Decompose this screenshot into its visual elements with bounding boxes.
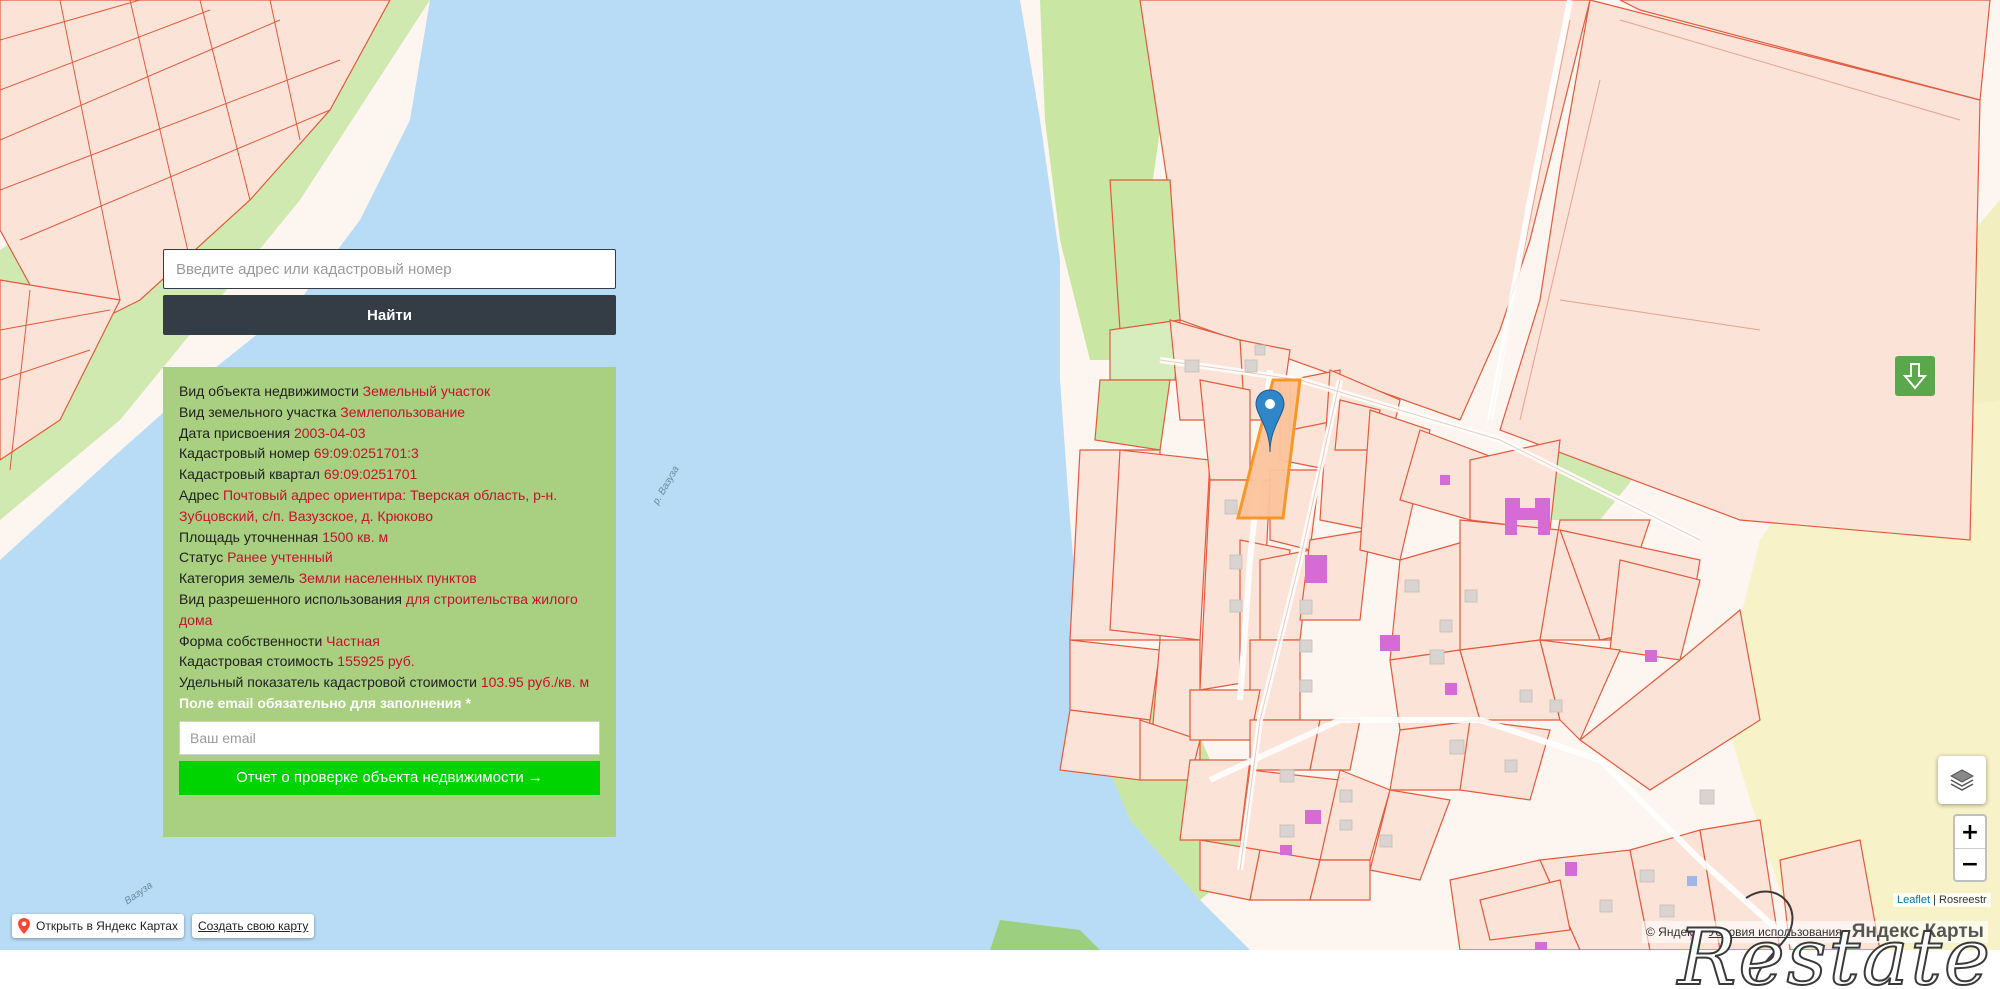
map-view[interactable]: р. Вазуза Вазуза Найти Вид объекта недви… bbox=[0, 0, 2000, 950]
info-row-label: Статус bbox=[179, 549, 224, 566]
layers-icon bbox=[1949, 769, 1975, 791]
info-row-label: Вид разрешенного использования bbox=[179, 590, 402, 607]
search-panel: Найти bbox=[163, 249, 616, 335]
info-row: Категория земель Земли населенных пункто… bbox=[179, 568, 600, 589]
email-field[interactable] bbox=[179, 720, 600, 755]
arrow-down-icon bbox=[1903, 363, 1927, 390]
info-row-value: 69:09:0251701 bbox=[323, 466, 418, 483]
open-in-yandex-button[interactable]: Открыть в Яндекс Картах bbox=[12, 914, 184, 938]
info-row-value: 103.95 руб./кв. м bbox=[480, 674, 590, 691]
email-required-label: Поле email обязательно для заполнения * bbox=[179, 694, 471, 711]
info-row-value: Земли населенных пунктов bbox=[298, 570, 477, 587]
info-row: Форма собственности Частная bbox=[179, 631, 600, 652]
info-row: Вид земельного участка Землепользование bbox=[179, 402, 600, 423]
info-row-label: Дата присвоения bbox=[179, 424, 291, 441]
info-row: Кадастровый номер 69:09:0251701:3 bbox=[179, 443, 600, 464]
info-row-label: Адрес bbox=[179, 486, 220, 503]
yandex-controls: Открыть в Яндекс Картах Создать свою кар… bbox=[12, 914, 315, 938]
info-row: Дата присвоения 2003-04-03 bbox=[179, 423, 600, 444]
info-row-label: Форма собственности bbox=[179, 632, 323, 649]
info-row: Статус Ранее учтенный bbox=[179, 547, 600, 568]
scroll-down-button[interactable] bbox=[1895, 356, 1935, 396]
info-row-value: 155925 руб. bbox=[337, 653, 415, 670]
info-row-label: Кадастровый номер bbox=[179, 445, 310, 462]
info-row-label: Вид объекта недвижимости bbox=[179, 383, 359, 399]
info-row: Кадастровая стоимость 155925 руб. bbox=[179, 651, 600, 672]
zoom-control: + − bbox=[1953, 814, 1987, 882]
info-row-value: Частная bbox=[326, 632, 380, 649]
info-row-value: Земельный участок bbox=[362, 383, 491, 399]
create-map-link[interactable]: Создать свою карту bbox=[191, 914, 315, 938]
info-rows: Вид объекта недвижимости Земельный участ… bbox=[179, 381, 600, 693]
info-row-label: Кадастровая стоимость bbox=[179, 653, 334, 670]
info-row: Удельный показатель кадастровой стоимост… bbox=[179, 672, 600, 693]
zoom-out-button[interactable]: − bbox=[1955, 848, 1985, 880]
search-input[interactable] bbox=[163, 249, 616, 289]
open-in-yandex-label: Открыть в Яндекс Картах bbox=[36, 919, 178, 933]
info-row-value: 2003-04-03 bbox=[293, 424, 366, 441]
info-row-value: Землепользование bbox=[340, 403, 466, 420]
info-row-value: 69:09:0251701:3 bbox=[313, 445, 419, 462]
info-row: Адрес Почтовый адрес ориентира: Тверская… bbox=[179, 485, 600, 527]
info-row: Кадастровый квартал 69:09:0251701 bbox=[179, 464, 600, 485]
info-row-label: Вид земельного участка bbox=[179, 403, 337, 420]
info-row: Вид объекта недвижимости Земельный участ… bbox=[179, 381, 600, 402]
info-row: Вид разрешенного использования для строи… bbox=[179, 589, 600, 631]
info-row-label: Площадь уточненная bbox=[179, 528, 319, 545]
info-row-label: Удельный показатель кадастровой стоимост… bbox=[179, 674, 477, 691]
info-row-label: Категория земель bbox=[179, 570, 295, 587]
search-button[interactable]: Найти bbox=[163, 295, 616, 335]
report-button[interactable]: Отчет о проверке объекта недвижимости → bbox=[179, 760, 600, 795]
info-row-value: Почтовый адрес ориентира: Тверская облас… bbox=[179, 486, 558, 524]
zoom-in-button[interactable]: + bbox=[1955, 816, 1985, 848]
map-pin-icon bbox=[18, 918, 30, 934]
restate-watermark: Restate bbox=[1677, 878, 2000, 989]
info-row-label: Кадастровый квартал bbox=[179, 466, 320, 483]
property-info-card: Вид объекта недвижимости Земельный участ… bbox=[163, 367, 616, 837]
layers-button[interactable] bbox=[1938, 756, 1986, 804]
info-row-value: 1500 кв. м bbox=[322, 528, 389, 545]
info-row-value: Ранее учтенный bbox=[227, 549, 333, 566]
restate-watermark-text: Restate bbox=[1677, 913, 1992, 989]
info-row: Площадь уточненная 1500 кв. м bbox=[179, 527, 600, 548]
